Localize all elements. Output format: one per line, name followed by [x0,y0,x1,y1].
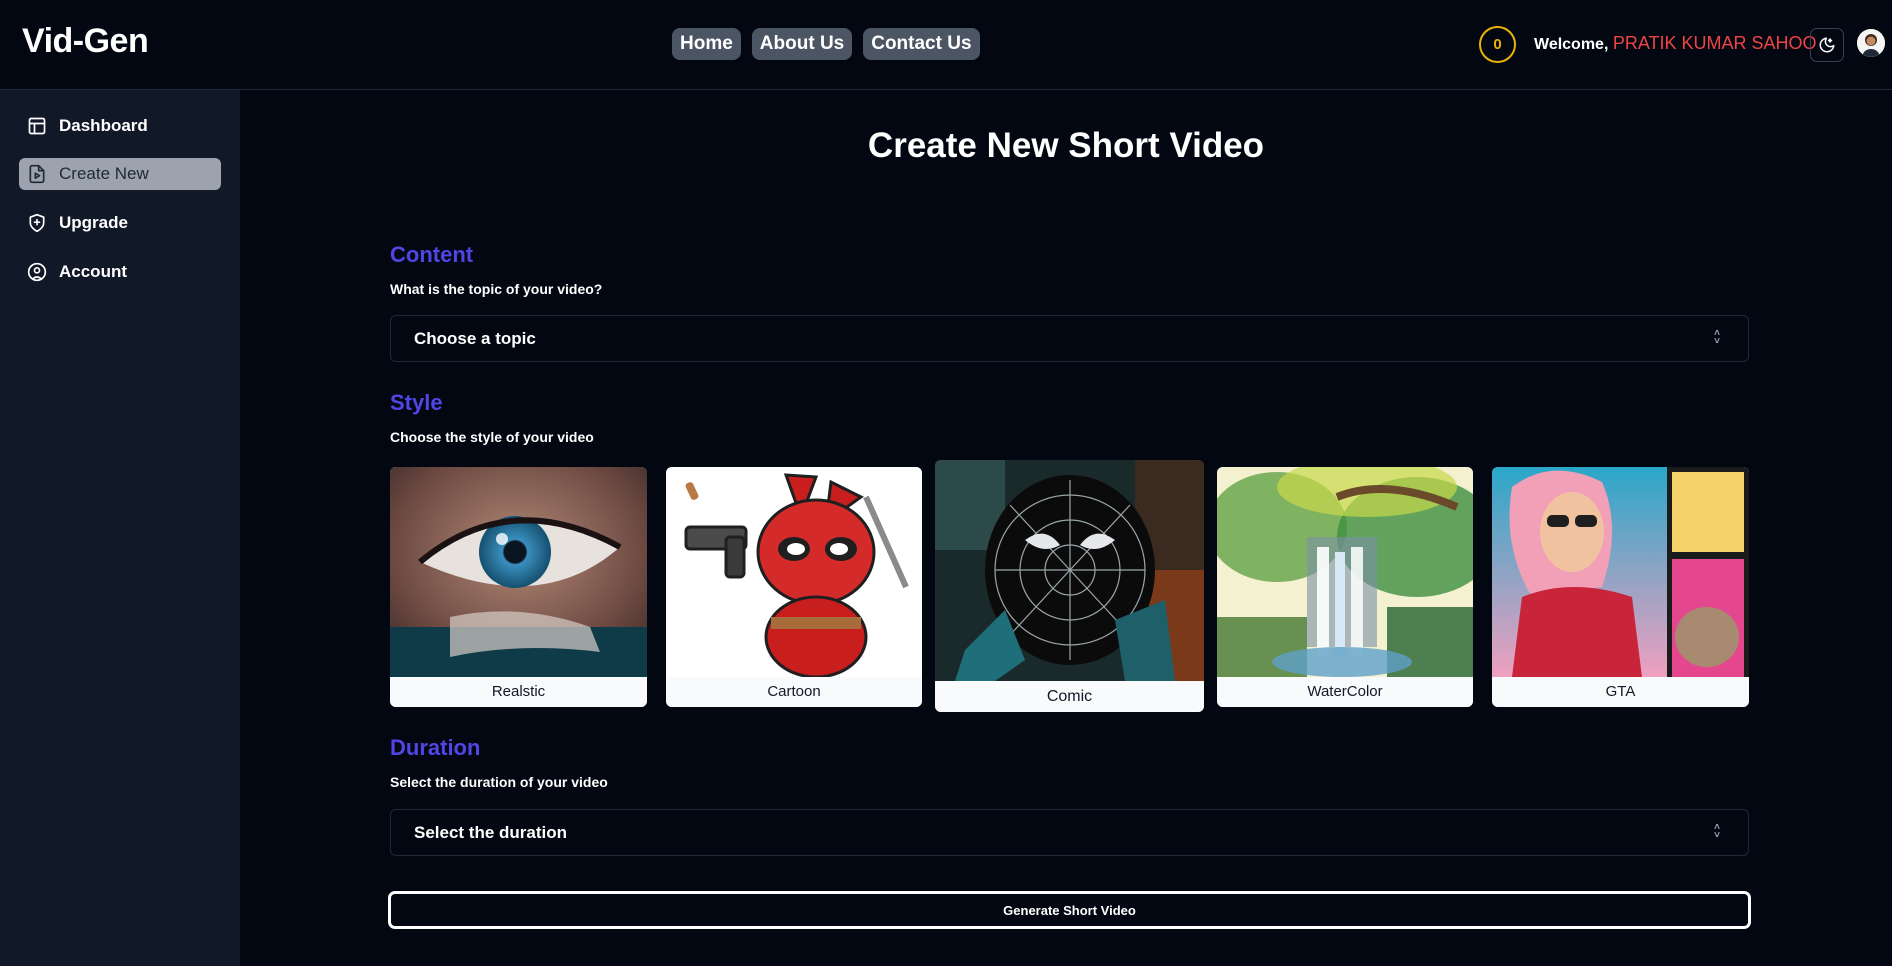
style-card-watercolor[interactable]: WaterColor [1217,467,1473,707]
style-card-cartoon[interactable]: Cartoon [666,467,922,707]
avatar[interactable] [1857,29,1885,57]
comic-hero-image [935,460,1204,681]
layout-icon [28,117,46,135]
duration-select-value: Select the duration [414,822,568,842]
main-content: Create New Short Video Content What is t… [240,90,1892,966]
topic-select[interactable]: Choose a topic ˄ ˅ [390,315,1749,362]
duration-heading: Duration [390,735,481,760]
sidebar-item-create-new[interactable]: Create New [19,158,221,190]
app-logo[interactable]: Vid-Gen [22,22,149,61]
sidebar-item-label: Create New [59,164,149,183]
style-label: GTA [1492,677,1749,707]
top-header: Vid-Gen Home About Us Contact Us 0 Welco… [0,0,1892,90]
user-circle-icon [27,262,47,282]
welcome-prefix: Welcome, [1534,36,1613,53]
sidebar-item-label: Dashboard [59,116,148,135]
style-card-comic[interactable]: Comic [935,460,1204,712]
credits-badge: 0 [1479,26,1516,63]
nav-about-button[interactable]: About Us [751,28,853,60]
sidebar-item-label: Account [59,262,127,281]
avatar-icon [1857,29,1885,57]
duration-select[interactable]: Select the duration ˄ ˅ [390,809,1749,856]
generate-video-button[interactable]: Generate Short Video [388,891,1751,929]
sidebar-item-upgrade[interactable]: Upgrade [19,207,221,239]
shield-plus-icon [29,213,45,233]
sidebar-item-dashboard[interactable]: Dashboard [19,110,221,142]
style-label: WaterColor [1217,677,1473,707]
style-heading: Style [390,390,443,415]
file-video-icon [29,164,45,184]
chevron-updown-icon: ˄ ˅ [1714,328,1720,347]
content-subheading: What is the topic of your video? [390,281,603,297]
duration-subheading: Select the duration of your video [390,774,608,790]
style-label: Cartoon [666,677,922,707]
style-card-realistic[interactable]: Realstic [390,467,647,707]
cartoon-character-image [666,467,922,677]
watercolor-waterfall-image [1217,467,1473,677]
realistic-eye-image [390,467,647,677]
moon-icon [1819,37,1835,53]
content-heading: Content [390,242,474,267]
gta-portrait-image [1492,467,1749,677]
sidebar-item-label: Upgrade [59,213,128,232]
top-nav: Home About Us Contact Us [672,28,980,60]
sidebar-item-account[interactable]: Account [19,256,221,288]
welcome-text: Welcome, PRATIK KUMAR SAHOO [1534,33,1817,54]
style-card-gta[interactable]: GTA [1492,467,1749,707]
topic-select-value: Choose a topic [414,328,536,348]
theme-toggle-button[interactable] [1810,28,1844,62]
sidebar: Dashboard Create New Upgrade Account [0,90,240,966]
style-subheading: Choose the style of your video [390,429,594,445]
style-label: Comic [935,681,1204,712]
page-title: Create New Short Video [867,126,1265,165]
user-name: PRATIK KUMAR SAHOO [1612,33,1817,53]
nav-contact-button[interactable]: Contact Us [863,28,980,60]
style-label: Realstic [390,677,647,707]
chevron-updown-icon: ˄ ˅ [1714,822,1720,841]
nav-home-button[interactable]: Home [672,28,741,60]
